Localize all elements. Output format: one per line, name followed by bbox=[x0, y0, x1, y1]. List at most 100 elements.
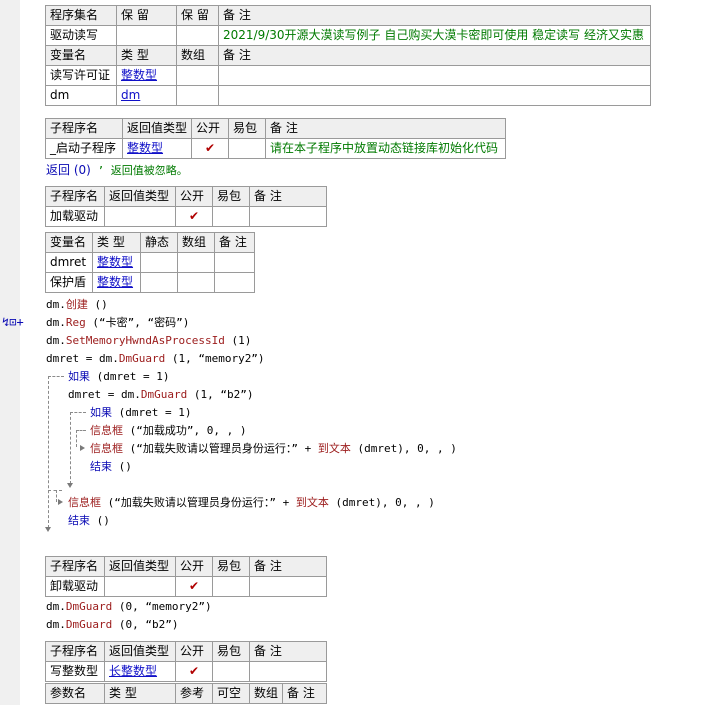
code-line[interactable]: dm.创建 () bbox=[46, 297, 108, 313]
msgbox-command: 信息框 bbox=[90, 442, 123, 455]
flow-down-arrow-icon bbox=[67, 483, 73, 488]
var-type[interactable]: 整数型 bbox=[92, 272, 141, 293]
code-args: (0, “b2”) bbox=[112, 618, 179, 631]
sub-row[interactable]: 写整数型 长整数型 ✔ bbox=[45, 661, 327, 682]
load-vars-table: 变量名 类 型 静态 数组 备 注 dmret 整数型 保护盾 整数型 bbox=[45, 232, 255, 293]
sub-row[interactable]: 加载驱动 ✔ bbox=[45, 206, 327, 227]
var-type[interactable]: 整数型 bbox=[116, 65, 177, 86]
code-line[interactable]: 信息框 (“加载失败请以管理员身份运行：” + 到文本 (dmret), 0, … bbox=[68, 495, 435, 511]
var-note[interactable] bbox=[214, 272, 255, 293]
code-line[interactable]: 结束 () bbox=[68, 513, 110, 529]
sub-name[interactable]: _启动子程序 bbox=[45, 138, 123, 159]
sub-return-type[interactable] bbox=[104, 576, 176, 597]
header-cell: 易包 bbox=[212, 641, 250, 662]
header-cell: 备 注 bbox=[249, 186, 327, 207]
sub-return-type[interactable] bbox=[104, 206, 176, 227]
var-array[interactable] bbox=[176, 85, 219, 106]
code-args: () bbox=[87, 298, 108, 311]
return-keyword: 返回 bbox=[46, 163, 71, 177]
var-note[interactable] bbox=[218, 85, 651, 106]
sub-header-row: 子程序名 返回值类型 公开 易包 备 注 bbox=[45, 641, 327, 662]
code-line[interactable]: dmret = dm.DmGuard (1, “memory2”) bbox=[46, 351, 265, 367]
flow-guide-line bbox=[70, 412, 71, 484]
code-object: dm. bbox=[46, 298, 66, 311]
return-comment: ’ 返回值被忽略。 bbox=[90, 164, 188, 177]
code-line[interactable]: 结束 () bbox=[90, 459, 132, 475]
code-line[interactable]: 信息框 (“加载成功”, 0, , ) bbox=[90, 423, 246, 439]
var-static[interactable] bbox=[140, 272, 178, 293]
public-check-icon[interactable]: ✔ bbox=[175, 206, 213, 227]
header-cell: 返回值类型 bbox=[104, 556, 176, 577]
reserved-cell[interactable] bbox=[116, 25, 177, 46]
var-static[interactable] bbox=[140, 252, 178, 273]
code-line[interactable]: dm.SetMemoryHwndAsProcessId (1) bbox=[46, 333, 251, 349]
header-cell: 备 注 bbox=[249, 641, 327, 662]
return-args: (0) bbox=[70, 163, 91, 177]
sub-note[interactable] bbox=[249, 576, 327, 597]
var-name[interactable]: dmret bbox=[45, 252, 93, 273]
code-line[interactable]: dmret = dm.DmGuard (1, “b2”) bbox=[68, 387, 253, 403]
unload-sub-table: 子程序名 返回值类型 公开 易包 备 注 卸载驱动 ✔ bbox=[45, 556, 327, 597]
sub-name[interactable]: 写整数型 bbox=[45, 661, 105, 682]
var-note[interactable] bbox=[214, 252, 255, 273]
var-header-row: 变量名 类 型 数组 备 注 bbox=[45, 45, 651, 66]
flow-arrow-icon bbox=[58, 499, 63, 505]
table-row[interactable]: 保护盾 整数型 bbox=[45, 272, 255, 293]
table-row[interactable]: dm dm bbox=[45, 85, 651, 106]
code-args: (1) bbox=[224, 334, 252, 347]
reserved-cell[interactable] bbox=[176, 25, 219, 46]
code-line[interactable]: dm.DmGuard (0, “b2”) bbox=[46, 617, 178, 633]
if-keyword: 如果 bbox=[68, 370, 90, 383]
header-cell: 类 型 bbox=[116, 45, 177, 66]
var-type[interactable]: dm bbox=[116, 85, 177, 106]
assembly-header-row: 程序集名 保 留 保 留 备 注 bbox=[45, 5, 651, 26]
table-row[interactable]: dmret 整数型 bbox=[45, 252, 255, 273]
var-array[interactable] bbox=[177, 272, 215, 293]
flow-guide-line bbox=[76, 430, 77, 447]
sub-note[interactable]: 请在本子程序中放置动态链接库初始化代码 bbox=[265, 138, 506, 159]
epackage-cell[interactable] bbox=[212, 206, 250, 227]
msgbox-command: 信息框 bbox=[90, 424, 123, 437]
code-line[interactable]: 如果 (dmret = 1) bbox=[68, 369, 169, 385]
public-check-icon[interactable]: ✔ bbox=[175, 576, 213, 597]
sub-name[interactable]: 卸载驱动 bbox=[45, 576, 105, 597]
sub-name[interactable]: 加载驱动 bbox=[45, 206, 105, 227]
code-line[interactable]: 信息框 (“加载失败请以管理员身份运行：” + 到文本 (dmret), 0, … bbox=[90, 441, 457, 457]
header-cell: 子程序名 bbox=[45, 186, 105, 207]
table-row[interactable]: 读写许可证 整数型 bbox=[45, 65, 651, 86]
header-cell: 备 注 bbox=[249, 556, 327, 577]
code-object: dmret = dm. bbox=[68, 388, 141, 401]
epackage-cell[interactable] bbox=[212, 661, 250, 682]
code-object: dm. bbox=[46, 618, 66, 631]
var-array[interactable] bbox=[176, 65, 219, 86]
public-check-icon[interactable]: ✔ bbox=[191, 138, 229, 159]
var-type[interactable]: 整数型 bbox=[92, 252, 141, 273]
sub-note[interactable] bbox=[249, 206, 327, 227]
sub-note[interactable] bbox=[249, 661, 327, 682]
code-args: (“加载失败请以管理员身份运行：” + bbox=[123, 442, 318, 455]
sub-return-type[interactable]: 长整数型 bbox=[104, 661, 176, 682]
code-line[interactable]: dm.DmGuard (0, “memory2”) bbox=[46, 599, 212, 615]
var-name[interactable]: 读写许可证 bbox=[45, 65, 117, 86]
public-check-icon[interactable]: ✔ bbox=[175, 661, 213, 682]
var-array[interactable] bbox=[177, 252, 215, 273]
sub-return-type[interactable]: 整数型 bbox=[122, 138, 192, 159]
epackage-cell[interactable] bbox=[228, 138, 266, 159]
code-line[interactable]: dm.Reg (“卡密”, “密码”) bbox=[46, 315, 189, 331]
var-name[interactable]: dm bbox=[45, 85, 117, 106]
assembly-name[interactable]: 驱动读写 bbox=[45, 25, 117, 46]
var-note[interactable] bbox=[218, 65, 651, 86]
code-line-return[interactable]: 返回 (0) ’ 返回值被忽略。 bbox=[46, 162, 188, 179]
code-object: dm. bbox=[46, 600, 66, 613]
header-cell: 备 注 bbox=[282, 683, 327, 704]
code-line[interactable]: 如果 (dmret = 1) bbox=[90, 405, 191, 421]
var-name[interactable]: 保护盾 bbox=[45, 272, 93, 293]
header-cell: 数组 bbox=[249, 683, 283, 704]
sub-row[interactable]: 卸载驱动 ✔ bbox=[45, 576, 327, 597]
assembly-note[interactable]: 2021/9/30开源大漠读写例子 自己购买大漠卡密即可使用 稳定读写 经济又实… bbox=[218, 25, 651, 46]
breakpoint-marker-icon[interactable]: ↯⊡+ bbox=[2, 315, 24, 329]
sub-row[interactable]: _启动子程序 整数型 ✔ 请在本子程序中放置动态链接库初始化代码 bbox=[45, 138, 506, 159]
code-args: () bbox=[90, 514, 110, 527]
assembly-row[interactable]: 驱动读写 2021/9/30开源大漠读写例子 自己购买大漠卡密即可使用 稳定读写… bbox=[45, 25, 651, 46]
epackage-cell[interactable] bbox=[212, 576, 250, 597]
